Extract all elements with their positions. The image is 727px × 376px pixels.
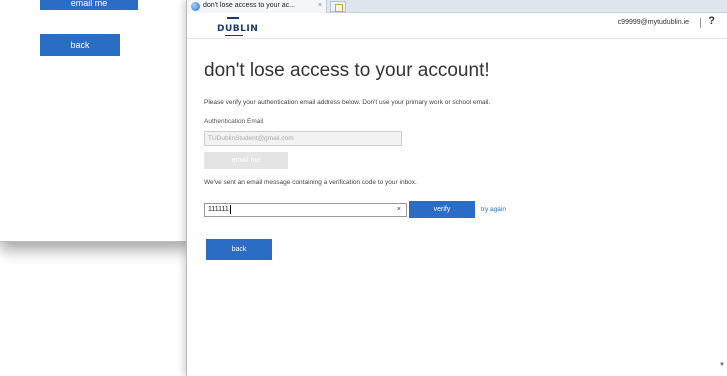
authentication-email-label: Authentication Email (204, 118, 264, 125)
logo-text: DUBLIN (217, 24, 259, 34)
page-title: don't lose access to your account! (204, 60, 490, 81)
tab-strip: don't lose access to your ac... × (187, 0, 727, 13)
verify-button[interactable]: verify (409, 201, 475, 218)
email-me-button: email me (204, 152, 288, 169)
text-caret (229, 204, 231, 214)
scroll-down-icon[interactable]: ▼ (719, 362, 725, 368)
user-email[interactable]: c99999@mytudublin.ie (618, 19, 689, 26)
tab-close-icon[interactable]: × (318, 0, 322, 12)
tu-dublin-logo: DUBLIN (217, 17, 259, 39)
ie-favicon-icon (191, 2, 200, 11)
verification-code-input[interactable]: 111111 × (204, 203, 407, 217)
background-email-me-button[interactable]: email me (40, 0, 138, 10)
instruction-text: Please verify your authentication email … (204, 99, 491, 106)
back-button[interactable]: back (206, 239, 272, 260)
header-divider-line (187, 38, 727, 39)
help-icon[interactable]: ? (708, 15, 715, 27)
try-again-link[interactable]: try again (481, 206, 506, 213)
header-divider (700, 18, 701, 28)
clear-input-icon[interactable]: × (397, 204, 401, 216)
browser-window: don't lose access to your ac... × DUBLIN… (186, 0, 727, 376)
verification-sent-message: We've sent an email message containing a… (204, 179, 417, 186)
background-back-button[interactable]: back (40, 34, 120, 56)
browser-tab[interactable]: don't lose access to your ac... × (187, 0, 327, 13)
new-tab-icon[interactable] (330, 1, 346, 12)
verification-code-value: 111111 (208, 206, 229, 213)
tab-title: don't lose access to your ac... (203, 2, 295, 9)
authentication-email-field: TUDublinStudent@gmail.com (204, 131, 402, 146)
logo-underline (225, 35, 243, 37)
background-window: email me back (0, 0, 190, 242)
